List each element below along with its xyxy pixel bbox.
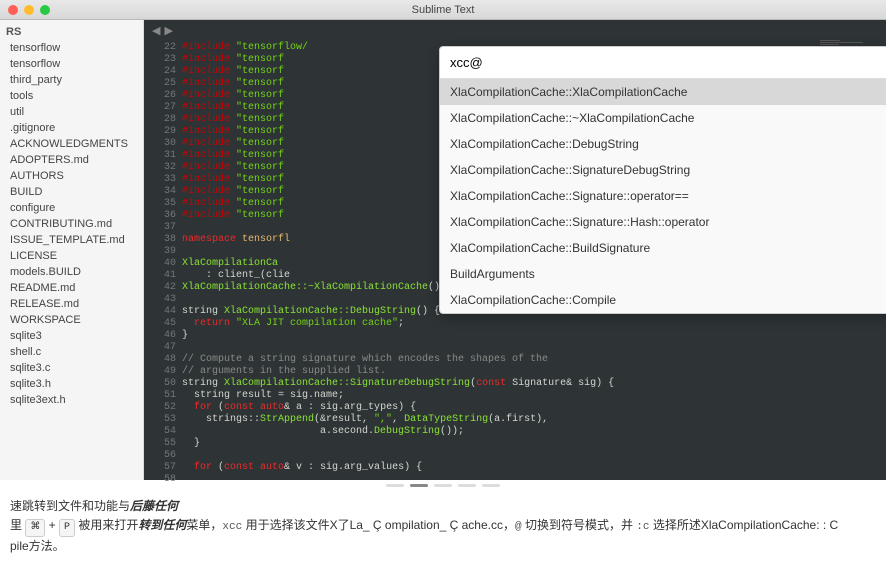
sidebar-item[interactable]: sqlite3 bbox=[0, 328, 143, 344]
sidebar-item[interactable]: configure bbox=[0, 200, 143, 216]
goto-result-item[interactable]: XlaCompilationCache::XlaCompilationCache bbox=[440, 79, 886, 105]
sidebar-item[interactable]: ACKNOWLEDGMENTS bbox=[0, 136, 143, 152]
sidebar-item[interactable]: third_party bbox=[0, 72, 143, 88]
sidebar-item[interactable]: shell.c bbox=[0, 344, 143, 360]
sidebar-item[interactable]: tensorflow bbox=[0, 40, 143, 56]
sidebar-item[interactable]: LICENSE bbox=[0, 248, 143, 264]
goto-result-item[interactable]: XlaCompilationCache::Signature::operator… bbox=[440, 183, 886, 209]
sidebar-item[interactable]: CONTRIBUTING.md bbox=[0, 216, 143, 232]
goto-result-item[interactable]: XlaCompilationCache::Compile bbox=[440, 287, 886, 313]
sidebar-item[interactable]: tools bbox=[0, 88, 143, 104]
sidebar-item[interactable]: AUTHORS bbox=[0, 168, 143, 184]
sidebar-header: RS bbox=[0, 24, 143, 40]
sidebar-item[interactable]: sqlite3.h bbox=[0, 376, 143, 392]
goto-result-item[interactable]: XlaCompilationCache::DebugString bbox=[440, 131, 886, 157]
page-dot[interactable] bbox=[410, 484, 428, 487]
goto-result-item[interactable]: XlaCompilationCache::SignatureDebugStrin… bbox=[440, 157, 886, 183]
carousel-dots bbox=[0, 480, 886, 491]
sidebar-item[interactable]: README.md bbox=[0, 280, 143, 296]
sidebar-item[interactable]: .gitignore bbox=[0, 120, 143, 136]
sidebar-item[interactable]: sqlite3ext.h bbox=[0, 392, 143, 408]
sidebar-item[interactable]: models.BUILD bbox=[0, 264, 143, 280]
page-dot[interactable] bbox=[434, 484, 452, 487]
sidebar-item[interactable]: util bbox=[0, 104, 143, 120]
window-controls bbox=[8, 5, 50, 15]
nav-forward-icon[interactable]: ▶ bbox=[164, 24, 172, 37]
sidebar-item[interactable]: tensorflow bbox=[0, 56, 143, 72]
goto-input[interactable] bbox=[440, 47, 886, 79]
sidebar-item[interactable]: sqlite3.c bbox=[0, 360, 143, 376]
sidebar-item[interactable]: BUILD bbox=[0, 184, 143, 200]
goto-result-item[interactable]: XlaCompilationCache::Signature::Hash::op… bbox=[440, 209, 886, 235]
sidebar-item[interactable]: WORKSPACE bbox=[0, 312, 143, 328]
goto-result-item[interactable]: XlaCompilationCache::~XlaCompilationCach… bbox=[440, 105, 886, 131]
goto-result-item[interactable]: XlaCompilationCache::BuildSignature bbox=[440, 235, 886, 261]
minimize-icon[interactable] bbox=[24, 5, 34, 15]
goto-anything-panel: XlaCompilationCache::XlaCompilationCache… bbox=[439, 46, 886, 314]
sidebar: RS tensorflowtensorflowthird_partytoolsu… bbox=[0, 20, 144, 480]
line-gutter: 2223242526272829303132333435363738394041… bbox=[144, 20, 182, 480]
caption-text: 速跳转到文件和功能与后藤任何 里 ⌘ + P 被用来打开转到任何菜单，xcc 用… bbox=[0, 491, 886, 561]
page-dot[interactable] bbox=[482, 484, 500, 487]
page-dot[interactable] bbox=[458, 484, 476, 487]
sidebar-item[interactable]: ISSUE_TEMPLATE.md bbox=[0, 232, 143, 248]
maximize-icon[interactable] bbox=[40, 5, 50, 15]
editor-area: ◀ ▶ 222324252627282930313233343536373839… bbox=[144, 20, 886, 480]
titlebar: Sublime Text bbox=[0, 0, 886, 20]
page-dot[interactable] bbox=[386, 484, 404, 487]
goto-result-item[interactable]: BuildArguments bbox=[440, 261, 886, 287]
sidebar-item[interactable]: RELEASE.md bbox=[0, 296, 143, 312]
nav-back-icon[interactable]: ◀ bbox=[152, 24, 160, 37]
window-title: Sublime Text bbox=[412, 4, 475, 16]
sidebar-item[interactable]: ADOPTERS.md bbox=[0, 152, 143, 168]
close-icon[interactable] bbox=[8, 5, 18, 15]
